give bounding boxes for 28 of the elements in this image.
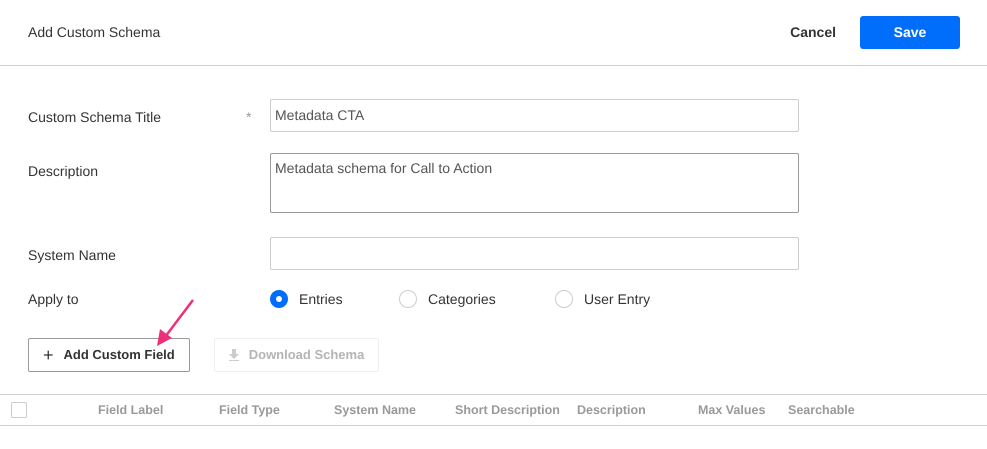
download-icon — [228, 349, 239, 361]
radio-button[interactable] — [270, 290, 288, 308]
field-label: Custom Schema Title — [28, 108, 162, 127]
radio-label: Entries — [299, 290, 343, 308]
column-header: Searchable — [788, 403, 855, 417]
text-field[interactable] — [270, 237, 799, 270]
field-label: Apply to — [28, 290, 80, 309]
annotation-arrow — [155, 299, 195, 347]
page-title: Add Custom Schema — [28, 23, 160, 42]
radio-label: Categories — [428, 290, 496, 309]
cancel-button[interactable]: Cancel — [790, 22, 836, 43]
column-header: Short Description — [455, 403, 560, 417]
text-field[interactable]: Metadata CTA — [270, 99, 799, 132]
required-mark: * — [246, 109, 252, 125]
column-header: Max Values — [698, 403, 766, 417]
add-field-button[interactable]: + Add Custom Field — [28, 338, 190, 372]
column-header: Description — [577, 403, 646, 417]
select-all-checkbox[interactable] — [11, 402, 27, 418]
column-header: Field Label — [98, 403, 164, 417]
radio-label: User Entry — [584, 290, 650, 309]
save-button[interactable]: Save — [860, 16, 960, 49]
description-field[interactable]: Metadata schema for Call to Action — [270, 153, 799, 213]
column-header: Field Type — [219, 403, 280, 417]
radio-button[interactable] — [555, 290, 573, 308]
field-label: Description — [28, 162, 100, 181]
radio-button[interactable] — [399, 290, 417, 308]
column-header: System Name — [334, 403, 416, 417]
field-label: System Name — [28, 246, 117, 265]
